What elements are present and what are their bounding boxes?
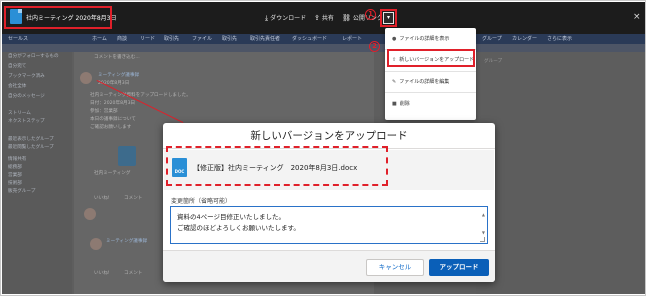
feed-filter-item[interactable]: 総務部 (8, 164, 22, 170)
feed-post-title[interactable]: ミーティング議事録 (106, 238, 147, 244)
nav-item[interactable]: グループ (482, 35, 502, 42)
share-button[interactable]: ⇪ 共有 (314, 13, 334, 22)
step-1-marker: 1 (365, 9, 376, 20)
menu-divider (385, 71, 476, 72)
menu-item-delete[interactable]: ■ 削除 (385, 97, 476, 111)
menu-item-label: ファイルの詳細を編集 (399, 79, 450, 85)
change-notes-label: 変更箇所（省略可能） (171, 198, 232, 205)
feed-filter-item[interactable]: 自分宛て (8, 63, 26, 69)
highlight-menu-button (380, 9, 397, 27)
right-panel-text: グループ (484, 59, 503, 64)
highlight-selected-file (166, 146, 388, 186)
nav-item[interactable]: 商談 (117, 35, 127, 42)
feed-post-text: 日付：2020年8月3日 (90, 101, 136, 106)
feed-post-title[interactable]: ミーティング議事録 (98, 72, 139, 78)
feed-filter-item[interactable]: 最近表示したグループ (8, 136, 54, 142)
feed-left-nav: 自分がフォローするもの 自分宛て ブックマーク済み 会社全体 自分のメッセージ … (2, 52, 72, 294)
feed-post-text: 社内ミーティング資料をアップロードしました。 (90, 93, 191, 98)
feed-filter-item[interactable]: 自分がフォローするもの (8, 53, 59, 59)
feed-post-text: 本日の議事録について (90, 117, 136, 122)
feed-post-text: 参加：営業部 (90, 109, 118, 114)
menu-item-label: 削除 (399, 101, 410, 107)
nav-item[interactable]: 取引先 (164, 35, 179, 42)
upload-button[interactable]: アップロード (429, 259, 489, 276)
file-thumbnail[interactable] (118, 146, 136, 166)
edit-icon: ✎ (392, 79, 397, 85)
avatar (90, 238, 102, 250)
feed-filter-item[interactable]: 自分のメッセージ (8, 93, 45, 99)
feed-filter-item[interactable]: ストリーム (8, 110, 31, 116)
nav-item[interactable]: さらに表示 (547, 35, 572, 42)
info-icon: ● (392, 36, 397, 42)
textarea-line: ご確認のほどよろしくお願いいたします。 (177, 224, 300, 232)
file-preview-screen: 社内ミーティング 2020年8月3日 ⤓ ダウンロード ⇪ 共有 ⛓ 公開リンク ▾ … (2, 2, 645, 294)
nav-item[interactable]: ホーム (92, 35, 107, 42)
feed-filter-item[interactable]: 販売グループ (8, 188, 35, 194)
menu-item-edit-details[interactable]: ✎ ファイルの詳細を編集 (385, 75, 476, 89)
feed-filter-item[interactable]: 営業部 (8, 172, 22, 178)
delete-icon: ■ (392, 101, 397, 107)
download-label: ダウンロード (270, 15, 307, 22)
feed-filter-item[interactable]: 最近閲覧したグループ (8, 144, 54, 150)
feed-filter-item[interactable]: 会社全体 (8, 83, 26, 89)
change-notes-textarea[interactable]: 資料の4ページ目修正いたしました。 ご確認のほどよろしくお願いいたします。 ▲ … (170, 206, 488, 244)
feed-filter-item[interactable]: 情報共有 (8, 156, 26, 162)
share-label: 共有 (321, 15, 334, 22)
textarea-line: 資料の4ページ目修正いたしました。 (177, 213, 286, 221)
feed-filter-item[interactable]: 技術部 (8, 180, 22, 186)
like-button[interactable]: いいね! (94, 195, 110, 201)
download-button[interactable]: ⤓ ダウンロード (265, 13, 306, 23)
nav-item[interactable]: ファイル (192, 35, 212, 42)
feed-file-name[interactable]: 社内ミーティング (94, 170, 130, 176)
like-button[interactable]: いいね! (94, 270, 110, 276)
feed-filter-item[interactable]: ネクストステップ (8, 118, 45, 124)
link-icon: ⛓ (342, 14, 351, 22)
nav-item[interactable]: ダッシュボード (292, 35, 327, 42)
right-panel: グループ (476, 52, 645, 294)
comment-placeholder[interactable]: コメントを書き込む... (94, 54, 140, 60)
avatar (80, 72, 92, 84)
cancel-button[interactable]: キャンセル (366, 259, 424, 276)
avatar (84, 208, 96, 220)
close-icon[interactable]: × (633, 12, 641, 22)
menu-divider (385, 92, 476, 93)
dialog-footer: キャンセル アップロード (163, 250, 495, 282)
comment-button[interactable]: コメント (124, 195, 142, 201)
menu-item-view-details[interactable]: ● ファイルの詳細を表示 (385, 32, 476, 46)
app-name: セールス (8, 36, 29, 42)
nav-item[interactable]: レポート (342, 35, 362, 42)
step-2-marker: 2 (369, 41, 380, 52)
app-navbar: セールス ホーム 商談 リード 取引先 ファイル 取引先 取引先責任者 ダッシュ… (2, 34, 645, 44)
highlight-upload-menu-item (387, 49, 475, 67)
nav-item[interactable]: カレンダー (512, 35, 537, 42)
menu-item-label: ファイルの詳細を表示 (399, 36, 450, 42)
share-icon: ⇪ (314, 14, 320, 22)
resize-handle-icon[interactable] (480, 237, 485, 242)
feed-filter-item[interactable]: ブックマーク済み (8, 73, 45, 79)
nav-item[interactable]: 取引先責任者 (250, 35, 280, 42)
comment-button[interactable]: コメント (124, 270, 142, 276)
public-link-button[interactable]: ⛓ 公開リンク (342, 13, 383, 22)
feed-post-text: ご確認お願いします (90, 125, 132, 130)
nav-item[interactable]: 取引先 (222, 35, 237, 42)
more-actions-menu: ● ファイルの詳細を表示 ⇧ 新しいバージョンをアップロード ✎ ファイルの詳細を編集… (385, 28, 476, 120)
scroll-up-icon[interactable]: ▲ (482, 209, 485, 220)
app-subbar (2, 44, 645, 52)
screenshot-frame: 社内ミーティング 2020年8月3日 ⤓ ダウンロード ⇪ 共有 ⛓ 公開リンク ▾ … (0, 0, 646, 296)
highlight-file-title (4, 6, 112, 29)
download-icon: ⤓ (265, 14, 269, 22)
nav-item[interactable]: リード (140, 35, 155, 42)
